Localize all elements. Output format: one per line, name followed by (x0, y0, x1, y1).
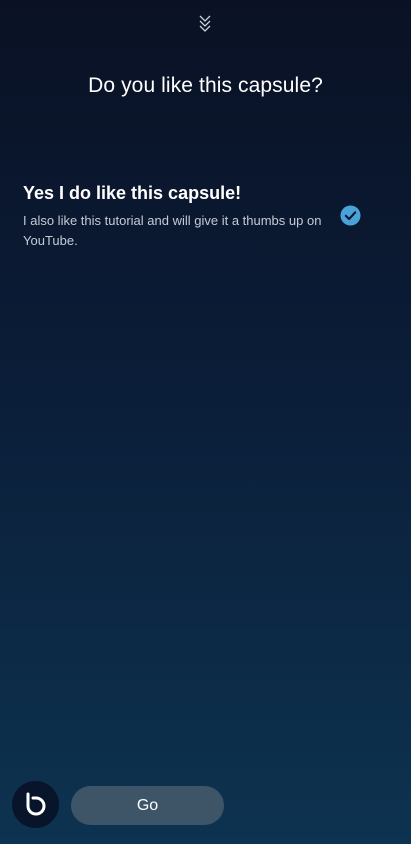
option-title: Yes I do like this capsule! (23, 183, 242, 203)
go-button[interactable]: Go (71, 786, 224, 825)
bixby-icon (26, 792, 46, 816)
check-circle-icon (340, 205, 361, 226)
prompt-title: Do you like this capsule? (88, 74, 323, 97)
collapse-chevron-icon[interactable] (197, 12, 213, 34)
option-description: I also like this tutorial and will give … (23, 213, 322, 248)
option-item-yes[interactable]: Yes I do like this capsule! I also like … (0, 176, 411, 262)
bixby-button[interactable] (12, 781, 59, 828)
